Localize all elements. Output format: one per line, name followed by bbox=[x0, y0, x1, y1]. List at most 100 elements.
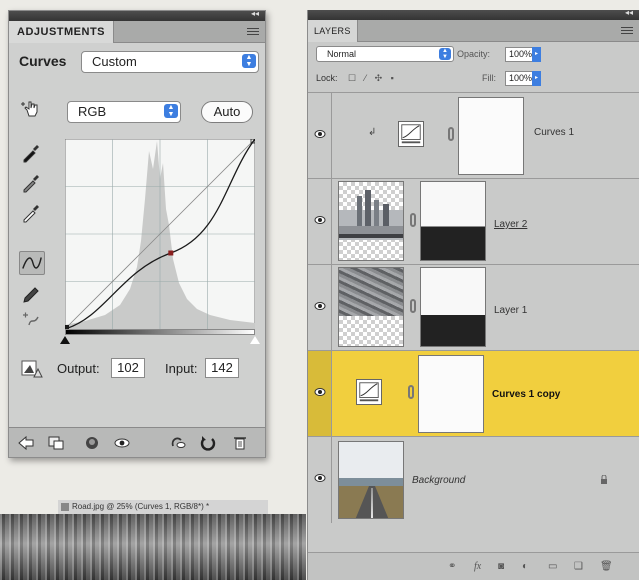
panel-menu-icon[interactable] bbox=[247, 28, 259, 36]
layer-thumbnail[interactable] bbox=[338, 267, 404, 347]
black-input-slider[interactable] bbox=[60, 336, 70, 344]
new-adjustment-layer-icon[interactable]: ◐ bbox=[522, 561, 528, 572]
layer-thumbnail[interactable] bbox=[338, 181, 404, 261]
select-arrows-icon: ▲ ▼ bbox=[164, 104, 178, 118]
tab-adjustments[interactable]: ADJUSTMENTS bbox=[9, 21, 115, 43]
transparent-area bbox=[339, 316, 403, 346]
layer-style-fx-icon[interactable]: fx bbox=[474, 561, 481, 572]
toggle-visibility-icon[interactable] bbox=[113, 434, 131, 452]
clouds-image bbox=[339, 268, 403, 316]
eye-icon bbox=[314, 474, 326, 482]
edit-points-curve-icon[interactable] bbox=[19, 251, 45, 275]
link-layers-icon[interactable]: ⚭ bbox=[448, 561, 456, 572]
visibility-toggle[interactable] bbox=[308, 351, 332, 437]
layer-row-layer-1[interactable]: Layer 1 bbox=[308, 264, 639, 351]
preset-value: Custom bbox=[92, 54, 137, 69]
clipping-warning-icon[interactable] bbox=[21, 359, 43, 379]
expanded-view-icon[interactable] bbox=[47, 434, 65, 452]
tab-layers[interactable]: LAYERS bbox=[308, 20, 358, 42]
clipping-arrow-icon: ↲ bbox=[368, 127, 377, 138]
auto-button[interactable]: Auto bbox=[201, 101, 253, 123]
curves-adjustment-icon[interactable] bbox=[398, 121, 424, 147]
layer-mask-thumbnail[interactable] bbox=[418, 355, 484, 433]
adjustments-panel: ◂◂ ADJUSTMENTS Curves Custom ▲ ▼ RGB ▲ ▼ A… bbox=[8, 9, 266, 458]
mask-link-icon[interactable] bbox=[410, 299, 416, 313]
eye-icon bbox=[314, 388, 326, 396]
white-input-slider[interactable] bbox=[250, 336, 260, 344]
new-layer-icon[interactable]: ❑ bbox=[574, 561, 583, 572]
mask-link-icon[interactable] bbox=[448, 127, 454, 141]
layer-mask-thumbnail[interactable] bbox=[420, 181, 486, 261]
fill-value: 100% bbox=[509, 73, 533, 83]
adjustment-type-label: Curves bbox=[19, 53, 67, 69]
layer-name[interactable]: Layer 1 bbox=[494, 305, 527, 316]
curve-control-point[interactable] bbox=[168, 250, 174, 256]
visibility-toggle[interactable] bbox=[308, 179, 332, 265]
layer-row-curves-1-copy[interactable]: Curves 1 copy bbox=[308, 350, 639, 437]
document-title: Road.jpg @ 25% (Curves 1, RGB/8*) * bbox=[72, 502, 210, 511]
delete-trash-icon[interactable] bbox=[231, 434, 249, 452]
document-tab[interactable]: Road.jpg @ 25% (Curves 1, RGB/8*) * bbox=[58, 500, 268, 514]
panel-titlebar[interactable]: ◂◂ bbox=[9, 9, 265, 21]
view-previous-state-icon[interactable] bbox=[169, 434, 187, 452]
return-to-list-icon[interactable] bbox=[17, 434, 35, 452]
layer-mask-thumbnail[interactable] bbox=[420, 267, 486, 347]
black-point-eyedropper-icon[interactable] bbox=[21, 143, 41, 163]
layers-footer: ⚭ fx ◙ ◐ ▭ ❑ 🗑 bbox=[308, 552, 639, 580]
panel-menu-icon[interactable] bbox=[621, 27, 633, 35]
channel-select[interactable]: RGB ▲ ▼ bbox=[67, 101, 181, 123]
clip-to-layer-icon[interactable] bbox=[83, 434, 101, 452]
input-gradient-bar bbox=[65, 329, 255, 335]
layer-name[interactable]: Curves 1 copy bbox=[492, 389, 560, 400]
select-arrows-icon: ▲ ▼ bbox=[439, 48, 451, 60]
layer-name[interactable]: Curves 1 bbox=[534, 127, 574, 138]
fill-field[interactable]: 100% ▸ bbox=[505, 71, 541, 86]
layer-row-curves-1[interactable]: ↲ Curves 1 bbox=[308, 92, 639, 179]
layer-row-layer-2[interactable]: Layer 2 bbox=[308, 178, 639, 265]
eye-icon bbox=[314, 130, 326, 138]
opacity-value: 100% bbox=[509, 49, 533, 59]
layer-name[interactable]: Layer 2 bbox=[494, 219, 527, 230]
document-canvas[interactable] bbox=[0, 514, 306, 580]
mask-link-icon[interactable] bbox=[410, 213, 416, 227]
curves-graph[interactable] bbox=[65, 139, 255, 329]
slider-arrow-icon[interactable]: ▸ bbox=[532, 71, 541, 86]
visibility-toggle[interactable] bbox=[308, 93, 332, 179]
gray-point-eyedropper-icon[interactable] bbox=[21, 173, 41, 193]
new-group-icon[interactable]: ▭ bbox=[548, 561, 557, 572]
select-arrows-icon: ▲ ▼ bbox=[242, 54, 256, 68]
visibility-toggle[interactable] bbox=[308, 437, 332, 523]
visibility-toggle[interactable] bbox=[308, 265, 332, 351]
collapse-icon[interactable]: ◂◂ bbox=[625, 8, 633, 17]
collapse-icon[interactable]: ◂◂ bbox=[251, 9, 259, 18]
layer-thumbnail[interactable] bbox=[338, 441, 404, 519]
eye-icon bbox=[314, 302, 326, 310]
input-field[interactable]: 142 bbox=[205, 358, 239, 378]
preset-select[interactable]: Custom ▲ ▼ bbox=[81, 51, 259, 73]
opacity-field[interactable]: 100% ▸ bbox=[505, 47, 541, 62]
lock-options-icons[interactable]: ☐ ⁄ ✣ ▪ bbox=[348, 73, 397, 84]
smooth-curve-icon[interactable] bbox=[21, 309, 41, 329]
slider-arrow-icon[interactable]: ▸ bbox=[532, 47, 541, 62]
fill-label: Fill: bbox=[482, 73, 496, 83]
adjustments-footer bbox=[9, 427, 265, 457]
lock-icon bbox=[601, 475, 607, 484]
add-mask-icon[interactable]: ◙ bbox=[498, 561, 504, 572]
white-point-eyedropper-icon[interactable] bbox=[21, 203, 41, 223]
reset-icon[interactable] bbox=[199, 434, 217, 452]
layers-list: ↲ Curves 1 Layer 2 Layer 1 Curves 1 copy… bbox=[308, 92, 639, 562]
pencil-draw-icon[interactable] bbox=[21, 285, 41, 305]
document-icon bbox=[61, 503, 69, 511]
panel-titlebar[interactable]: ◂◂ bbox=[308, 8, 639, 20]
blend-mode-select[interactable]: Normal ▲ ▼ bbox=[316, 46, 454, 62]
road-landscape-image bbox=[339, 442, 403, 518]
eye-icon bbox=[314, 216, 326, 224]
on-image-adjust-hand-icon[interactable] bbox=[21, 99, 41, 119]
layer-row-background[interactable]: Background bbox=[308, 436, 639, 523]
curves-adjustment-icon[interactable] bbox=[356, 379, 382, 405]
mask-link-icon[interactable] bbox=[408, 385, 414, 399]
layer-mask-thumbnail[interactable] bbox=[458, 97, 524, 175]
output-field[interactable]: 102 bbox=[111, 358, 145, 378]
layer-name[interactable]: Background bbox=[412, 475, 465, 486]
delete-layer-trash-icon[interactable]: 🗑 bbox=[600, 561, 613, 572]
